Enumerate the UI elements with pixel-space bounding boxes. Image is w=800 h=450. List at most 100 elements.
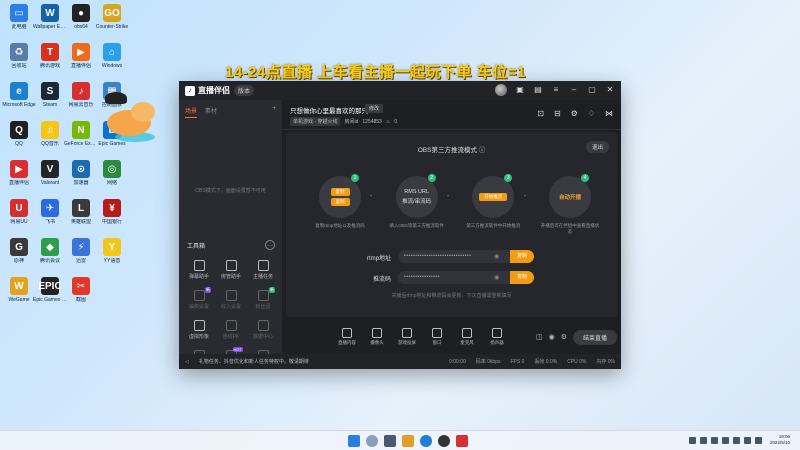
edit-room-button[interactable]: 修改 [365, 104, 384, 113]
avatar[interactable] [495, 84, 507, 96]
minimize-icon[interactable]: – [569, 85, 579, 95]
rtmp-row: rtmp地址 •••••••••••••••••••••••••••••• ◉ … [286, 250, 617, 264]
app-icon: ¥ [103, 199, 121, 217]
desktop-icon[interactable]: GO Counter-Strike [96, 4, 128, 30]
source-button[interactable]: 游戏投屏 [392, 328, 422, 346]
step-number: 2 [427, 174, 436, 182]
desktop-icon[interactable]: ▶ 直播伴侣 [4, 160, 34, 186]
network-icon[interactable] [743, 436, 751, 444]
toolbox-more-icon[interactable]: … [265, 240, 275, 250]
tool-icon [193, 290, 205, 301]
desktop-icon[interactable]: S Steam [35, 82, 65, 108]
source-button[interactable]: 摄像头 [362, 328, 392, 346]
tray-icon[interactable] [721, 436, 729, 444]
toolbox-item[interactable]: 抽奖设置 新 [183, 287, 215, 310]
copy-rtmp-button[interactable]: 复制 [510, 250, 534, 263]
desktop-icon[interactable]: ✈ 飞书 [35, 199, 65, 225]
eye-preview-icon[interactable]: ◉ [549, 333, 555, 341]
desktop-icon[interactable]: U 网易UU [4, 199, 34, 225]
desktop-icon[interactable]: V Valorant [35, 160, 65, 186]
share-icon[interactable]: ⋈ [605, 109, 613, 118]
camera-icon[interactable]: ◫ [536, 333, 543, 341]
toolbox-item[interactable]: 主播任务 [247, 260, 279, 280]
category-chip[interactable]: 单机游戏 · 穿越火线 [290, 117, 341, 126]
toolbox-item[interactable]: 数据中心 [247, 320, 279, 340]
live-companion-taskbar-icon[interactable] [456, 435, 468, 447]
obs-icon[interactable] [438, 435, 450, 447]
gift-box-icon[interactable]: ⊡ [537, 109, 544, 118]
tab-assets[interactable]: 素材 [205, 106, 217, 118]
desktop-icon[interactable]: e Microsoft Edge [2, 82, 36, 108]
desktop-icon[interactable]: ♪ 网易云音乐 [66, 82, 96, 108]
desktop-icon[interactable]: ◆ 腾讯会议 [35, 238, 65, 264]
desktop-icon[interactable]: ◎ 网络 [97, 160, 127, 186]
desktop-icon[interactable]: Q QQ [4, 121, 34, 147]
end-live-button[interactable]: 结束直播 [572, 329, 617, 345]
bell-icon[interactable]: ♢ [588, 109, 595, 118]
desktop-icon-label: Steam [42, 102, 58, 108]
source-icon [462, 328, 472, 338]
desktop-icon[interactable]: W WeGame [4, 277, 34, 303]
close-icon[interactable]: ✕ [605, 85, 615, 95]
setup-step: 3 开始推流 第三方推流软件中开始推流 [463, 174, 523, 235]
tray-icon[interactable] [688, 436, 696, 444]
desktop-icon[interactable]: ¥ 中国银行 [97, 199, 127, 225]
copy-key-button[interactable]: 复制 [510, 271, 534, 284]
desktop-icon[interactable]: ⌂ Windows [97, 43, 127, 69]
desktop-icon[interactable]: ⚡ 迅雷 [66, 238, 96, 264]
desktop-icon[interactable]: ♻ 回收站 [4, 43, 34, 69]
gift-icon[interactable]: ▤ [533, 85, 543, 95]
help-icon[interactable]: ⓘ [479, 147, 486, 154]
desktop-icon[interactable]: ▭ 此电脑 [4, 4, 34, 30]
settings-icon[interactable]: ⚙ [571, 109, 578, 118]
volume-icon[interactable] [754, 436, 762, 444]
desktop-icon[interactable]: T 腾讯游戏 [35, 43, 65, 69]
copy-mini-button[interactable]: 复制 [330, 188, 350, 196]
source-button[interactable]: 麦克风 [452, 328, 482, 346]
edge-icon[interactable] [420, 435, 432, 447]
app-icon: ♻ [10, 43, 28, 61]
file-explorer-icon[interactable] [402, 435, 414, 447]
version-badge[interactable]: 版本 [234, 85, 255, 96]
source-button[interactable]: 扬声器 [482, 328, 512, 346]
copy-mini-button[interactable]: 复制 [330, 198, 350, 206]
search-icon[interactable] [366, 435, 378, 447]
desktop-icon[interactable]: ✂ 截图 [66, 277, 96, 303]
tray-icon[interactable] [732, 436, 740, 444]
eye-icon[interactable]: ◉ [494, 274, 499, 281]
toolbox-item[interactable]: 房管助手 [215, 260, 247, 280]
source-button[interactable]: 直播内容 [332, 328, 362, 346]
desktop-icon-grid: ▭ 此电脑 W Wallpaper Engine ● obs64 GO Counter-Str… [0, 0, 128, 430]
message-icon[interactable]: ▣ [515, 85, 525, 95]
desktop-icon[interactable]: EPIC Epic Games Launcher [33, 277, 67, 303]
toolbox-item[interactable]: 粉丝团 新 [247, 287, 279, 310]
desktop-icon[interactable]: Y YY语音 [97, 238, 127, 264]
desktop-icon[interactable]: N GeForce Experience [64, 121, 98, 147]
menu-icon[interactable]: ≡ [551, 85, 561, 95]
desktop-icon[interactable]: ● obs64 [66, 4, 96, 30]
exit-obs-mode-button[interactable]: 退出 [585, 141, 609, 153]
start-icon[interactable] [348, 435, 360, 447]
tab-scenes[interactable]: 场景 [185, 106, 198, 118]
toolbox-item[interactable]: 连线PK [215, 320, 247, 340]
toolbox-item[interactable]: 收入设置 [215, 290, 247, 310]
clock[interactable]: 19:06 2022/5/10 [770, 434, 790, 446]
desktop-icon[interactable]: L 英雄联盟 [66, 199, 96, 225]
source-button[interactable]: 窗口 [422, 328, 452, 346]
desktop-icon[interactable]: G 原神 [4, 238, 34, 264]
shop-icon[interactable]: ⊟ [554, 109, 561, 118]
maximize-icon[interactable]: ▢ [587, 85, 597, 95]
task-view-icon[interactable] [384, 435, 396, 447]
desktop-icon[interactable]: ♫ QQ音乐 [35, 121, 65, 147]
desktop-icon[interactable]: ⊙ 加速器 [66, 160, 96, 186]
tray-icon[interactable] [710, 436, 718, 444]
desktop-icon[interactable]: W Wallpaper Engine [33, 4, 67, 30]
eye-icon[interactable]: ◉ [494, 253, 499, 260]
tool-icon [225, 290, 237, 301]
toolbox-item[interactable]: 虚拟形象 [183, 320, 215, 340]
tray-icon[interactable] [699, 436, 707, 444]
gear-icon[interactable]: ⚙ [561, 333, 567, 341]
toolbox-item[interactable]: 弹幕助手 [183, 260, 215, 280]
desktop-icon[interactable]: ▶ 直播伴侣 [66, 43, 96, 69]
add-scene-button[interactable]: + [272, 106, 276, 118]
